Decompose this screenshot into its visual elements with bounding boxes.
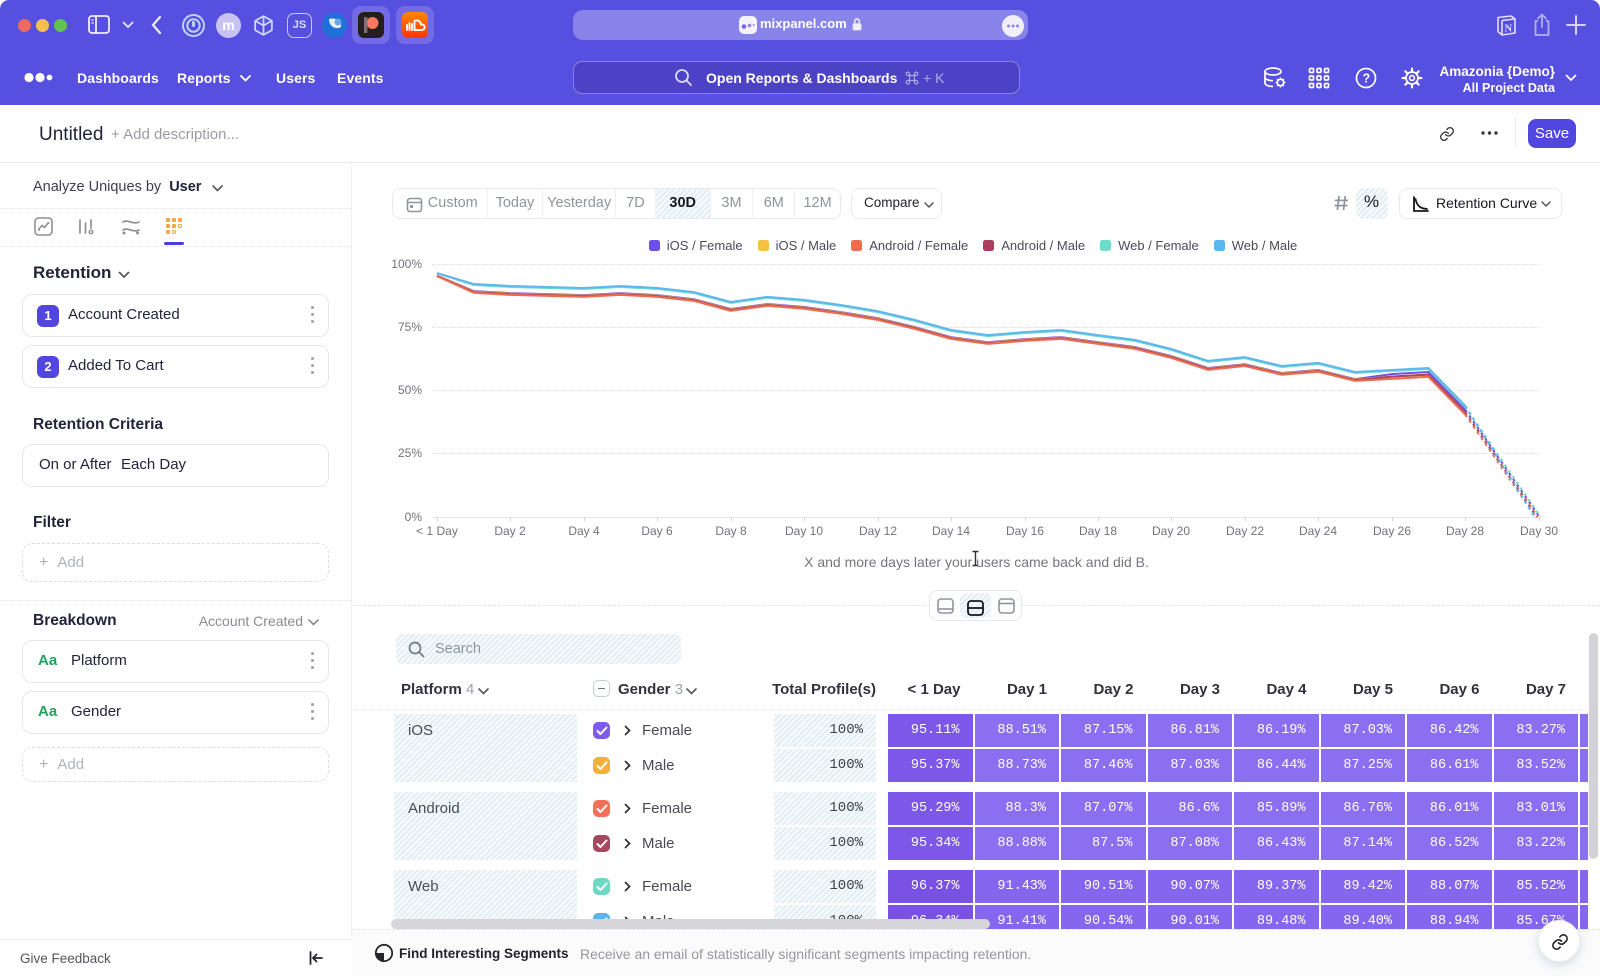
svg-text:?: ? [1363,72,1371,86]
svg-text:N: N [1505,24,1513,35]
